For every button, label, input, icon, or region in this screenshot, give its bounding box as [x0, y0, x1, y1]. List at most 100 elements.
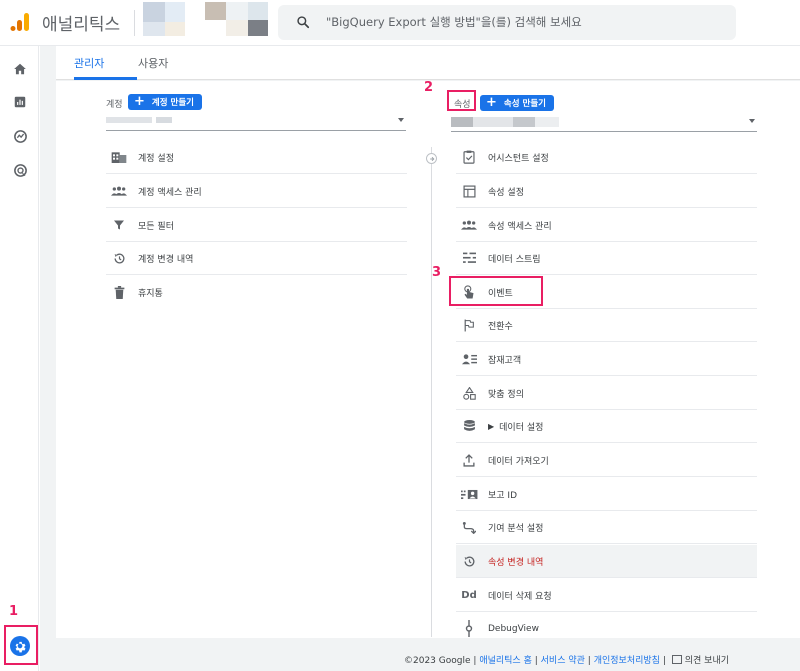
plus-icon: + — [134, 94, 145, 109]
footer-separator: | — [473, 656, 477, 666]
explore-nav-item[interactable] — [10, 126, 30, 146]
menu-account-access[interactable]: 계정 액세스 관리 — [106, 175, 407, 208]
redacted-block — [248, 2, 268, 20]
search-placeholder: "BigQuery Export 실행 방법"을(를) 검색해 보세요 — [326, 15, 582, 29]
menu-data-settings[interactable]: ▶ 데이터 설정 — [456, 410, 757, 443]
upload-icon — [460, 451, 478, 469]
create-account-label: 계정 만들기 — [151, 98, 194, 108]
checklist-icon — [460, 148, 478, 166]
attribution-icon — [460, 518, 478, 536]
annotation-box-1 — [4, 625, 38, 665]
annotation-number-1: 1 — [9, 604, 19, 619]
annotation-number-2: 2 — [424, 80, 434, 95]
redacted-block — [226, 2, 248, 20]
trash-icon — [110, 284, 128, 302]
redacted-block — [451, 117, 473, 127]
create-property-button[interactable]: + 속성 만들기 — [480, 95, 554, 111]
feedback-button[interactable]: 의견 보내기 — [671, 655, 730, 666]
stream-icon — [460, 249, 478, 267]
menu-property-settings[interactable]: 속성 설정 — [456, 175, 757, 208]
redacted-block — [143, 2, 165, 22]
tab-user[interactable]: 사용자 — [138, 55, 168, 71]
menu-conversions[interactable]: 전환수 — [456, 309, 757, 342]
menu-label: 데이터 설정 — [499, 422, 544, 433]
menu-attribution-settings[interactable]: 기여 분석 설정 — [456, 511, 757, 544]
bar-chart-icon — [14, 96, 26, 108]
menu-label: 계정 액세스 관리 — [138, 187, 202, 198]
advertising-nav-item[interactable] — [10, 160, 30, 180]
menu-label: 전환수 — [488, 321, 513, 332]
analytics-logo-icon[interactable] — [9, 11, 31, 33]
building-icon — [110, 148, 128, 166]
redacted-block — [165, 22, 185, 36]
database-icon — [460, 417, 478, 435]
menu-label: 잠재고객 — [488, 355, 522, 366]
menu-label: 기여 분석 설정 — [488, 523, 544, 534]
footer: ©2023 Google | 애널리틱스 홈 | 서비스 약관 | 개인정보처리… — [404, 653, 729, 666]
footer-link-terms[interactable]: 서비스 약관 — [541, 656, 585, 666]
redacted-block — [473, 117, 513, 127]
footer-separator: | — [587, 656, 591, 666]
menu-label: 계정 변경 내역 — [138, 254, 194, 265]
menu-property-access[interactable]: 속성 액세스 관리 — [456, 209, 757, 242]
menu-data-deletion[interactable]: Dd 데이터 삭제 요청 — [456, 579, 757, 612]
property-dropdown[interactable] — [451, 114, 757, 132]
window-icon — [460, 182, 478, 200]
redacted-block — [106, 117, 152, 123]
filter-icon — [110, 216, 128, 234]
copyright-text: ©2023 Google — [404, 656, 471, 666]
account-selector[interactable] — [142, 2, 270, 38]
menu-label: 휴지통 — [138, 289, 163, 299]
menu-label: 모든 필터 — [138, 221, 174, 232]
menu-trash[interactable]: 휴지통 — [106, 276, 407, 309]
menu-reporting-identity[interactable]: 보고 ID — [456, 478, 757, 511]
menu-audiences[interactable]: 잠재고객 — [456, 343, 757, 376]
shapes-icon — [460, 384, 478, 402]
reports-nav-item[interactable] — [10, 92, 30, 112]
footer-link-home[interactable]: 애널리틱스 홈 — [479, 656, 532, 666]
create-account-button[interactable]: + 계정 만들기 — [128, 94, 202, 110]
menu-account-history[interactable]: 계정 변경 내역 — [106, 242, 407, 275]
redacted-block — [165, 2, 185, 22]
menu-all-filters[interactable]: 모든 필터 — [106, 209, 407, 242]
home-nav-item[interactable] — [10, 59, 30, 79]
caret-right-icon: ▶ — [488, 421, 495, 431]
plus-icon: + — [486, 95, 497, 110]
feedback-label: 의견 보내기 — [684, 656, 730, 666]
menu-data-import[interactable]: 데이터 가져오기 — [456, 444, 757, 477]
footer-link-privacy[interactable]: 개인정보처리방침 — [594, 656, 660, 666]
menu-label: 어시스턴트 설정 — [488, 153, 549, 164]
top-bar: 애널리틱스 "BigQuery Export 실행 방법"을(를) 검색해 보세… — [0, 0, 800, 46]
menu-label: 데이터 삭제 요청 — [488, 591, 552, 602]
menu-label: 맞춤 정의 — [488, 389, 524, 400]
menu-debugview[interactable]: DebugView — [456, 612, 757, 645]
menu-custom-definitions[interactable]: 맞춤 정의 — [456, 377, 757, 410]
people-icon — [460, 216, 478, 234]
search-icon — [297, 16, 310, 29]
home-icon — [14, 63, 26, 75]
footer-separator: | — [662, 656, 666, 666]
column-divider — [431, 147, 432, 637]
app-title[interactable]: 애널리틱스 — [42, 10, 120, 35]
menu-setup-assistant[interactable]: 어시스턴트 설정 — [456, 141, 757, 174]
menu-label: 데이터 스트림 — [488, 254, 541, 265]
id-icon — [460, 485, 478, 503]
menu-label: 속성 액세스 관리 — [488, 221, 552, 232]
menu-property-history[interactable]: 속성 변경 내역 — [456, 545, 757, 578]
left-nav — [0, 46, 39, 671]
annotation-box-2 — [447, 90, 476, 111]
menu-account-settings[interactable]: 계정 설정 — [106, 141, 407, 174]
menu-data-streams[interactable]: 데이터 스트림 — [456, 242, 757, 275]
chevron-down-icon — [398, 118, 404, 122]
tab-admin[interactable]: 관리자 — [74, 55, 104, 71]
menu-label: 속성 변경 내역 — [488, 557, 544, 568]
annotation-number-3: 3 — [432, 265, 442, 280]
account-dropdown[interactable] — [106, 113, 406, 131]
search-bar[interactable]: "BigQuery Export 실행 방법"을(를) 검색해 보세요 — [278, 5, 736, 40]
annotation-box-3 — [449, 276, 543, 306]
chevron-down-icon — [749, 119, 755, 123]
redacted-block — [143, 22, 165, 36]
redacted-block — [248, 20, 268, 36]
create-property-label: 속성 만들기 — [503, 99, 546, 109]
menu-label: DebugView — [488, 623, 539, 634]
